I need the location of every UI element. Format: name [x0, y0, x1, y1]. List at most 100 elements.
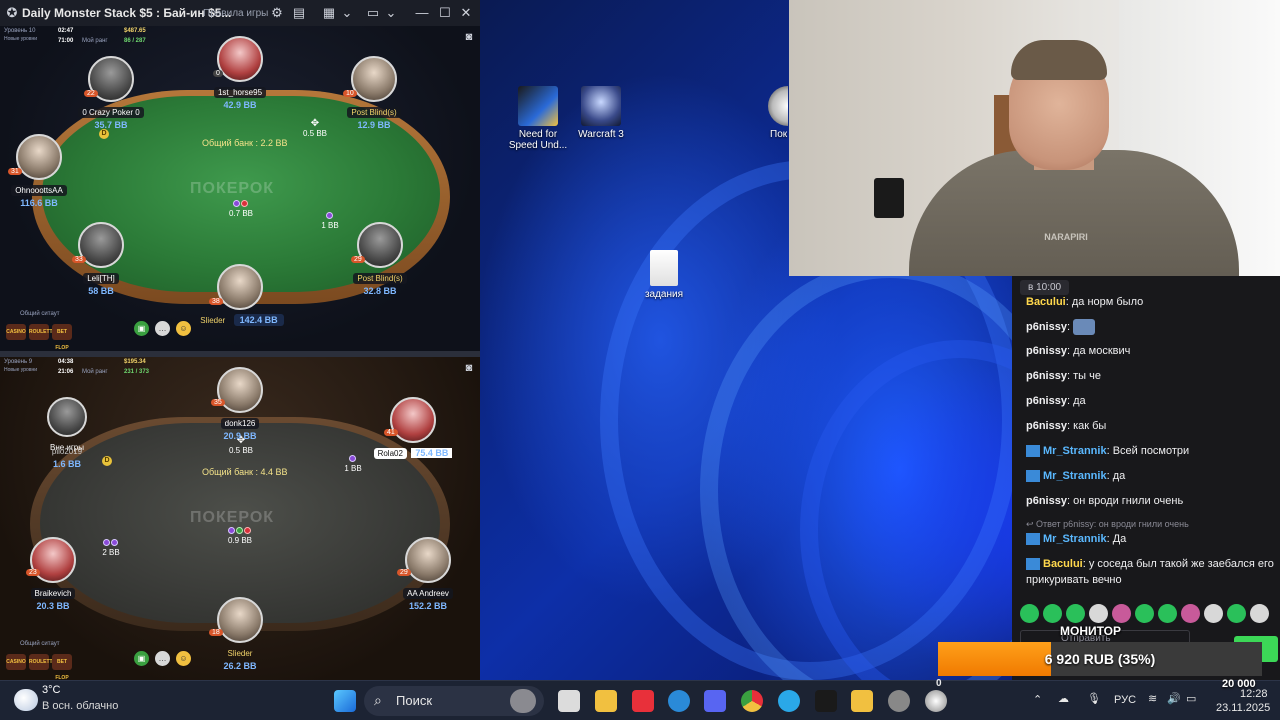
- app-sun-icon[interactable]: [815, 690, 837, 712]
- cloud-icon[interactable]: ☁: [1058, 692, 1069, 705]
- emote-icon[interactable]: [1250, 604, 1269, 623]
- rules-link[interactable]: Правила игры: [203, 8, 268, 19]
- tray-expand-icon[interactable]: ⌃: [1033, 693, 1042, 706]
- player-seat[interactable]: Leli[TH] 58 BB 33: [56, 222, 146, 296]
- emote-icon[interactable]: [1066, 604, 1085, 623]
- book-icon[interactable]: ▤: [290, 4, 308, 22]
- camera-icon[interactable]: ◙: [460, 359, 478, 377]
- chat-bubble-icon[interactable]: …: [155, 321, 170, 336]
- chat-username[interactable]: Mr_Strannik: [1043, 470, 1107, 482]
- player-seat[interactable]: pilo2019 1.6 BB: [22, 441, 112, 469]
- player-seat[interactable]: donk126 20.9 BB 35: [195, 367, 285, 441]
- chat-username[interactable]: Mr_Strannik: [1043, 533, 1107, 545]
- level-timer: 02:47: [58, 28, 74, 34]
- chip-icon: [236, 527, 243, 534]
- emote-icon[interactable]: [1020, 604, 1039, 623]
- chat-username[interactable]: Mr_Strannik: [1043, 445, 1107, 457]
- player-seat[interactable]: AA Andreev 152.2 BB 29: [383, 537, 473, 611]
- close-icon[interactable]: ✕: [457, 4, 475, 22]
- hero-seat[interactable]: Slieder 142.4 BB 38: [195, 264, 285, 328]
- betflop-button[interactable]: BET FLOP: [52, 324, 72, 351]
- app-yellow-icon[interactable]: [851, 690, 873, 712]
- maximize-icon[interactable]: ☐: [436, 4, 454, 22]
- desktop-shortcut-warcraft[interactable]: Warcraft 3: [569, 86, 633, 140]
- hero-seat[interactable]: Slieder 26.2 BB 18: [195, 597, 285, 671]
- emote-icon[interactable]: [1112, 604, 1131, 623]
- chat-message: p6nissy: да москвич: [1026, 345, 1131, 357]
- chat-username[interactable]: p6nissy: [1026, 420, 1067, 432]
- chat-username[interactable]: p6nissy: [1026, 321, 1067, 333]
- player-seat[interactable]: Braikevich 20.3 BB 23: [8, 537, 98, 611]
- badge-icon: [1026, 533, 1040, 546]
- chat-bubble-icon[interactable]: …: [155, 651, 170, 666]
- grid-icon[interactable]: ▦: [320, 4, 338, 22]
- player-seat[interactable]: Rola02 75.4 BB 41: [368, 397, 458, 461]
- weather-description[interactable]: В осн. облачно: [42, 700, 118, 712]
- microphone-icon[interactable]: 🎙: [1087, 692, 1101, 705]
- casino-button[interactable]: CASINO: [6, 654, 26, 670]
- file-explorer-icon[interactable]: [595, 690, 617, 712]
- gear-icon[interactable]: ⚙: [268, 4, 286, 22]
- emote-icon[interactable]: [1204, 604, 1223, 623]
- player-avatar: [217, 264, 263, 310]
- player-name: Post Blind(s): [353, 273, 407, 284]
- chat-username[interactable]: Bacului: [1043, 558, 1083, 570]
- emote-icon[interactable]: [1181, 604, 1200, 623]
- betflop-button[interactable]: BET FLOP: [52, 654, 72, 680]
- weather-cloud-icon[interactable]: [14, 689, 38, 711]
- chevron-down-icon[interactable]: ⌄: [338, 4, 356, 22]
- player-seat[interactable]: Post Blind(s) 12.9 BB 10: [329, 56, 419, 130]
- minimize-icon[interactable]: —: [413, 4, 431, 22]
- telegram-icon[interactable]: [778, 690, 800, 712]
- emoji-icon[interactable]: ☺: [176, 321, 191, 336]
- weather-temperature[interactable]: 3°C: [42, 684, 60, 696]
- wifi-icon[interactable]: ≋: [1148, 692, 1157, 705]
- emoji-icon[interactable]: ☺: [176, 651, 191, 666]
- chrome-icon[interactable]: [741, 690, 763, 712]
- donation-goal-title: МОНИТОР: [1060, 624, 1121, 638]
- layout-icon[interactable]: ▭: [364, 4, 382, 22]
- emote-icon[interactable]: [1043, 604, 1062, 623]
- desktop-shortcut-nfs[interactable]: Need for Speed Und...: [506, 86, 570, 151]
- table-watermark: ПОКЕРОК: [190, 509, 275, 526]
- player-seat[interactable]: Post Blind(s) 32.8 BB 29: [335, 222, 425, 296]
- chevron-down-icon[interactable]: ⌄: [382, 4, 400, 22]
- battery-icon[interactable]: ▭: [1186, 692, 1196, 705]
- player-seat[interactable]: OhnooottsAA 116.6 BB 31: [0, 134, 84, 208]
- obs-icon[interactable]: [888, 690, 910, 712]
- edge-icon[interactable]: [668, 690, 690, 712]
- player-seat[interactable]: 0 Crazy Poker 0 35.7 BB 22: [66, 56, 156, 130]
- clock-date[interactable]: 23.11.2025: [1216, 702, 1270, 714]
- discord-icon[interactable]: [704, 690, 726, 712]
- emote-icon[interactable]: [1135, 604, 1154, 623]
- player-seat[interactable]: 1st_horse95 42.9 BB 0: [195, 36, 285, 110]
- chat-username[interactable]: p6nissy: [1026, 395, 1067, 407]
- desktop-shortcut-poker[interactable]: Пок: [748, 86, 788, 140]
- emote-icon[interactable]: [1227, 604, 1246, 623]
- chat-username[interactable]: p6nissy: [1026, 495, 1067, 507]
- chat-username[interactable]: p6nissy: [1026, 370, 1067, 382]
- roulette-button[interactable]: ROULETTE: [29, 324, 56, 340]
- task-view-icon[interactable]: [558, 690, 580, 712]
- language-indicator[interactable]: РУС: [1114, 694, 1136, 706]
- sitout-label[interactable]: Общий ситаут: [20, 311, 59, 317]
- roulette-button[interactable]: ROULETTE: [29, 654, 56, 670]
- camera-icon[interactable]: ◙: [460, 28, 478, 46]
- chat-username[interactable]: Bacului: [1026, 296, 1066, 308]
- hud-icon[interactable]: ▣: [134, 321, 149, 336]
- sitout-label[interactable]: Общий ситаут: [20, 641, 59, 647]
- taskbar-search[interactable]: ⌕ Поиск: [364, 686, 544, 716]
- player-stack: 20.3 BB: [36, 601, 70, 611]
- webcam-overlay: NARAPIRI: [789, 0, 1280, 276]
- hud-icon[interactable]: ▣: [134, 651, 149, 666]
- emote-icon[interactable]: [1089, 604, 1108, 623]
- chat-username[interactable]: p6nissy: [1026, 345, 1067, 357]
- player-level-badge: 31: [8, 168, 22, 175]
- emote-icon[interactable]: [1158, 604, 1177, 623]
- casino-button[interactable]: CASINO: [6, 324, 26, 340]
- desktop-file-zadaniya[interactable]: задания: [632, 250, 696, 300]
- start-windows-icon[interactable]: [334, 690, 356, 712]
- app-red-icon[interactable]: [632, 690, 654, 712]
- volume-icon[interactable]: 🔊: [1167, 692, 1181, 705]
- poker-client-icon[interactable]: [925, 690, 947, 712]
